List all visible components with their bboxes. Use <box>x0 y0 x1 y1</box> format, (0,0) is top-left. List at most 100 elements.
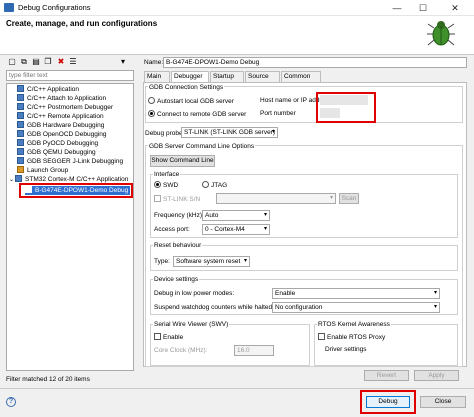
tree-item[interactable]: C/C++ Attach to Application <box>17 94 106 103</box>
probe-label: Debug probe <box>145 130 183 137</box>
filter-status: Filter matched 12 of 20 items <box>6 376 90 383</box>
lowpower-label: Debug in low power modes: <box>154 290 235 297</box>
name-label: Name: <box>144 59 164 66</box>
port-label: Port number <box>260 110 296 117</box>
core-clock-label: Core Clock (MHz): <box>154 347 208 354</box>
maximize-button[interactable]: ☐ <box>412 0 434 16</box>
core-clock-input[interactable]: 16.0 <box>234 345 274 356</box>
tree-item[interactable]: GDB Hardware Debugging <box>17 121 104 130</box>
chevron-down-icon: ▾ <box>433 290 437 296</box>
server-options-title: GDB Server Command Line Options <box>148 143 256 150</box>
delete-icon[interactable]: ✖ <box>56 57 66 67</box>
cpp-app-icon <box>17 130 24 137</box>
tree-item[interactable]: C/C++ Postmortem Debugger <box>17 103 113 112</box>
checkbox-icon <box>154 333 161 340</box>
frequency-label: Frequency (kHz): <box>154 212 204 219</box>
close-window-button[interactable]: ✕ <box>444 0 466 16</box>
radio-icon <box>202 181 209 188</box>
launch-group-icon <box>17 166 24 173</box>
stlink-sn-select[interactable]: ▾ <box>216 193 336 204</box>
driver-settings-label: Driver settings <box>325 346 367 353</box>
checkbox-icon <box>154 195 161 202</box>
tab-source[interactable]: Source <box>245 71 280 82</box>
interface-title: Interface <box>153 171 181 178</box>
cpp-app-icon <box>17 103 24 110</box>
cpp-app-icon <box>17 121 24 128</box>
chevron-down-icon: ▾ <box>433 304 437 310</box>
tree-item[interactable]: Launch Group <box>17 166 68 175</box>
cpp-app-icon <box>17 85 24 92</box>
chevron-down-icon: ▾ <box>263 226 267 232</box>
tab-debugger[interactable]: Debugger <box>171 71 209 82</box>
tab-main[interactable]: Main <box>144 71 170 82</box>
device-settings-title: Device settings <box>153 276 200 283</box>
jtag-radio[interactable]: JTAG <box>202 181 227 189</box>
tab-startup[interactable]: Startup <box>210 71 244 82</box>
tree-item[interactable]: GDB SEGGER J-Link Debugging <box>17 157 123 166</box>
tree-item-selected[interactable]: B-G474E-DPOW1-Demo Debug <box>25 186 131 195</box>
swv-group <box>150 324 310 366</box>
header-title: Create, manage, and run configurations <box>6 19 158 28</box>
tab-common[interactable]: Common <box>281 71 321 82</box>
highlight-box-host <box>316 92 376 123</box>
checkbox-icon <box>318 333 325 340</box>
revert-button[interactable]: Revert <box>364 370 409 381</box>
filter-icon[interactable]: ☰ <box>68 57 78 67</box>
config-icon <box>25 186 32 193</box>
chevron-down-icon: ▾ <box>271 129 275 135</box>
close-button[interactable]: Close <box>420 396 466 408</box>
radio-selected-icon <box>154 181 161 188</box>
tree-item[interactable]: GDB QEMU Debugging <box>17 148 96 157</box>
title-bar: Debug Configurations — ☐ ✕ <box>0 0 474 16</box>
apply-button[interactable]: Apply <box>414 370 459 381</box>
filter-input[interactable]: type filter text <box>6 70 134 81</box>
minimize-button[interactable]: — <box>386 0 408 16</box>
debug-bug-icon <box>427 21 455 46</box>
tree-item[interactable]: GDB OpenOCD Debugging <box>17 130 107 139</box>
rtos-title: RTOS Kernel Awareness <box>317 321 391 328</box>
show-command-line-button[interactable]: Show Command Line <box>150 155 215 167</box>
reset-title: Reset behaviour <box>153 242 203 249</box>
config-tree: C/C++ Application C/C++ Attach to Applic… <box>6 83 134 371</box>
name-input[interactable]: B-G474E-DPOW1-Demo Debug <box>163 57 467 68</box>
footer-separator <box>0 388 474 389</box>
probe-select[interactable]: ST-LINK (ST-LINK GDB server) ▾ <box>181 127 278 138</box>
autostart-radio[interactable]: Autostart local GDB server <box>148 97 234 105</box>
dialog-header: Create, manage, and run configurations <box>0 16 474 54</box>
stm32-icon <box>15 175 23 182</box>
tree-item[interactable]: GDB PyOCD Debugging <box>17 139 98 148</box>
rtos-enable-checkbox[interactable]: Enable RTOS Proxy <box>318 333 385 341</box>
access-port-label: Access port: <box>154 226 190 233</box>
reset-type-select[interactable]: Software system reset ▾ <box>173 256 250 267</box>
swv-enable-checkbox[interactable]: Enable <box>154 333 183 341</box>
interface-group <box>150 174 458 238</box>
lowpower-select[interactable]: Enable ▾ <box>272 288 440 299</box>
access-port-select[interactable]: 0 - Cortex-M4 ▾ <box>202 224 270 235</box>
collapse-all-icon[interactable]: ▾ <box>118 57 128 67</box>
swd-radio[interactable]: SWD <box>154 181 178 189</box>
stlink-sn-checkbox[interactable]: ST-LINK S/N <box>154 195 200 203</box>
app-icon <box>4 3 14 12</box>
help-icon[interactable]: ? <box>6 397 16 407</box>
chevron-down-icon: ▾ <box>329 195 333 201</box>
reset-type-label: Type: <box>154 258 170 265</box>
cpp-app-icon <box>17 148 24 155</box>
tree-item[interactable]: C/C++ Remote Application <box>17 112 104 121</box>
watchdog-select[interactable]: No configuration ▾ <box>272 302 440 313</box>
cpp-app-icon <box>17 94 24 101</box>
tree-item[interactable]: C/C++ Application <box>17 85 79 94</box>
scan-button[interactable]: Scan <box>339 193 359 204</box>
cpp-app-icon <box>17 139 24 146</box>
radio-selected-icon <box>148 110 155 117</box>
debug-button[interactable]: Debug <box>366 396 410 408</box>
copy-icon[interactable]: ❐ <box>43 57 53 67</box>
duplicate-icon[interactable]: ⧉ <box>19 57 29 67</box>
export-icon[interactable]: ▤ <box>31 57 41 67</box>
frequency-select[interactable]: Auto ▾ <box>202 210 270 221</box>
new-config-icon[interactable]: ▢ <box>7 57 17 67</box>
radio-icon <box>148 97 155 104</box>
gdb-connection-title: GDB Connection Settings <box>148 84 225 91</box>
expand-arrow-icon: ⌄ <box>9 177 15 183</box>
window-title: Debug Configurations <box>18 3 91 12</box>
connect-remote-radio[interactable]: Connect to remote GDB server <box>148 110 246 118</box>
